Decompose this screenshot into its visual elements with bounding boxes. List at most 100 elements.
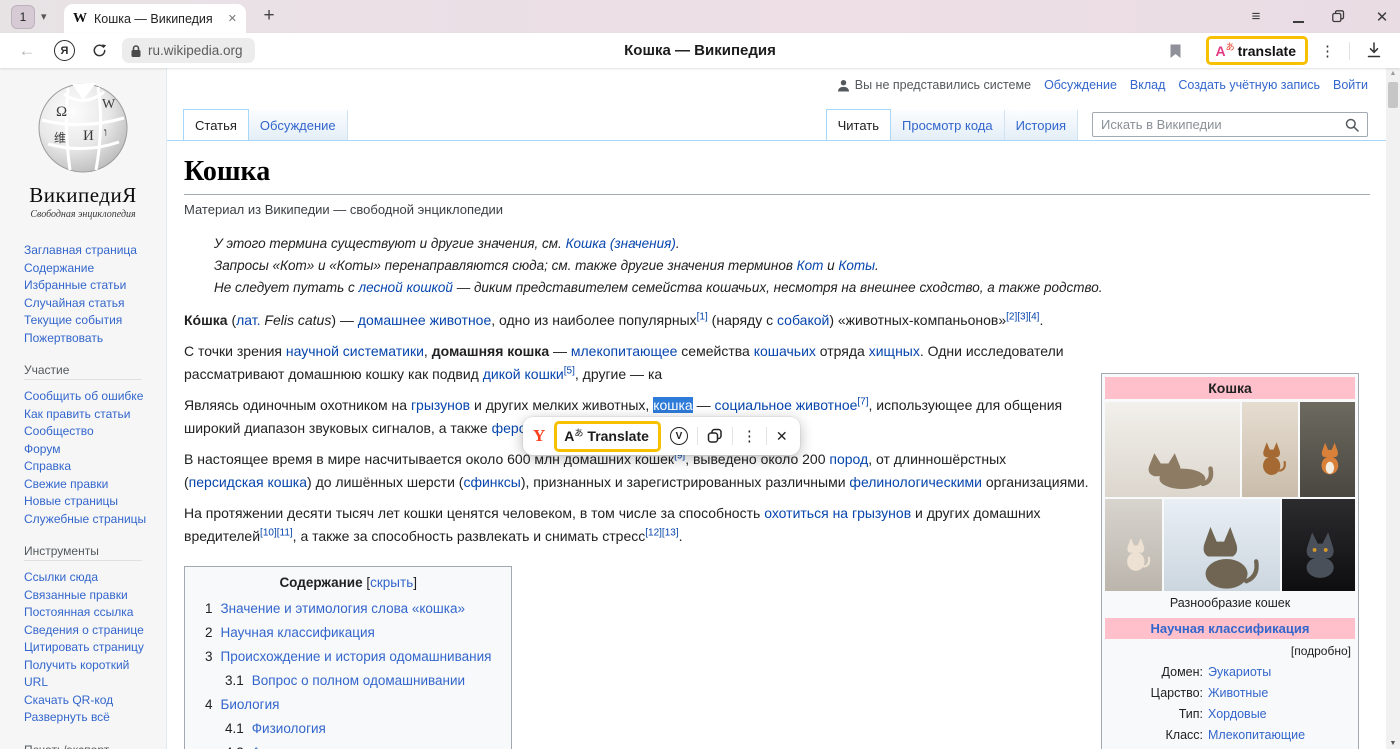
back-icon[interactable]: ← bbox=[16, 41, 38, 61]
sidebar-link[interactable]: Пожертвовать bbox=[24, 330, 150, 348]
new-tab-button[interactable]: + bbox=[256, 3, 282, 29]
infobox-details-link[interactable]: [подробно] bbox=[1105, 639, 1355, 660]
text-link[interactable]: Коты bbox=[838, 258, 875, 273]
cat-photo-tabby-snow[interactable] bbox=[1164, 499, 1280, 591]
page-tab[interactable]: Просмотр кода bbox=[891, 110, 1005, 140]
text-link[interactable]: фелинологическими bbox=[849, 474, 982, 490]
text-link[interactable]: Кошка (значения) bbox=[566, 236, 676, 251]
window-close-icon[interactable]: ✕ bbox=[1374, 8, 1390, 26]
cat-photo-tabby-lying[interactable] bbox=[1105, 402, 1240, 497]
sidebar-link[interactable]: Содержание bbox=[24, 260, 150, 278]
text-link[interactable]: Кот bbox=[797, 258, 824, 273]
toc-item[interactable]: 4Биология bbox=[205, 693, 491, 717]
sidebar-link[interactable]: Получить короткий URL bbox=[24, 657, 150, 692]
taxonomy-value-link[interactable]: Эукариоты bbox=[1208, 662, 1355, 683]
sidebar-link[interactable]: Сообщество bbox=[24, 423, 150, 441]
text-link[interactable]: [10][11] bbox=[260, 527, 293, 538]
sidebar-link[interactable]: Свежие правки bbox=[24, 476, 150, 494]
toc-link[interactable]: Значение и этимология слова «кошка» bbox=[221, 601, 465, 616]
browser-tab[interactable]: W Кошка — Википедия ✕ bbox=[64, 4, 246, 33]
taxonomy-value-link[interactable]: Хордовые bbox=[1208, 704, 1355, 725]
sidebar-link[interactable]: Развернуть всё bbox=[24, 709, 150, 727]
sidebar-link[interactable]: Текущие события bbox=[24, 312, 150, 330]
sidebar-link[interactable]: Служебные страницы bbox=[24, 511, 150, 529]
sidebar-link[interactable]: Избранные статьи bbox=[24, 277, 150, 295]
toc-item[interactable]: 4.1Физиология bbox=[225, 717, 491, 741]
popup-translate-button[interactable]: A あ Translate bbox=[554, 421, 661, 452]
refresh-icon[interactable] bbox=[91, 42, 108, 59]
taxonomy-value-link[interactable]: Млекопитающие bbox=[1208, 725, 1355, 746]
text-link[interactable]: дикой кошки bbox=[483, 366, 564, 382]
copy-icon[interactable] bbox=[707, 428, 723, 444]
wikipedia-logo[interactable]: Ω W И 维 ו ВикипедиЯ Свободная энциклопед… bbox=[0, 78, 166, 220]
text-link[interactable]: хищных bbox=[869, 343, 920, 359]
user-link[interactable]: Вклад bbox=[1130, 78, 1166, 92]
page-tab[interactable]: Обсуждение bbox=[249, 110, 348, 140]
sidebar-link[interactable]: Сообщить об ошибке bbox=[24, 388, 150, 406]
text-link[interactable]: научной систематики bbox=[286, 343, 424, 359]
tab-counter-value[interactable]: 1 bbox=[11, 5, 35, 29]
toc-hide-link[interactable]: скрыть bbox=[370, 575, 413, 590]
tab-counter[interactable]: 1 ▾ bbox=[8, 4, 50, 29]
voice-circle-icon[interactable]: V bbox=[670, 427, 688, 445]
sidebar-link[interactable]: Случайная статья bbox=[24, 295, 150, 313]
text-link[interactable]: охотиться на грызунов bbox=[764, 505, 911, 521]
sidebar-link[interactable]: Цитировать страницу bbox=[24, 639, 150, 657]
sidebar-link[interactable]: Постоянная ссылка bbox=[24, 604, 150, 622]
text-link[interactable]: млекопитающее bbox=[571, 343, 678, 359]
text-link[interactable]: [12][13] bbox=[645, 527, 678, 538]
sidebar-link[interactable]: Новые страницы bbox=[24, 493, 150, 511]
search-icon[interactable] bbox=[1345, 118, 1359, 132]
page-tab[interactable]: История bbox=[1005, 110, 1078, 140]
text-link[interactable]: [7] bbox=[857, 396, 868, 407]
more-options-icon[interactable]: ⋮ bbox=[1320, 42, 1335, 60]
user-link[interactable]: Создать учётную запись bbox=[1178, 78, 1320, 92]
toc-item[interactable]: 4.2Анатомия bbox=[225, 741, 491, 749]
cat-photo-abyssinian[interactable] bbox=[1242, 402, 1299, 497]
page-tab[interactable]: Статья bbox=[183, 109, 249, 140]
text-link[interactable]: [2][3][4] bbox=[1006, 311, 1039, 322]
text-link[interactable]: персидская кошка bbox=[189, 474, 307, 490]
yandex-logo-icon[interactable]: Y bbox=[533, 426, 545, 446]
user-link[interactable]: Войти bbox=[1333, 78, 1368, 92]
toc-link[interactable]: Биология bbox=[221, 697, 280, 712]
sidebar-link[interactable]: Ссылки сюда bbox=[24, 569, 150, 587]
tab-close-icon[interactable]: ✕ bbox=[228, 12, 237, 25]
browser-menu-icon[interactable]: ≡ bbox=[1248, 8, 1264, 25]
user-link[interactable]: Обсуждение bbox=[1044, 78, 1117, 92]
translate-toolbar-button[interactable]: A あ translate bbox=[1206, 36, 1309, 65]
toc-item[interactable]: 1Значение и этимология слова «кошка» bbox=[205, 597, 491, 621]
text-link[interactable]: грызунов bbox=[411, 397, 470, 413]
toc-link[interactable]: Физиология bbox=[252, 721, 326, 736]
scroll-down-icon[interactable]: ▼ bbox=[1386, 740, 1400, 747]
sidebar-link[interactable]: Справка bbox=[24, 458, 150, 476]
toc-link[interactable]: Анатомия bbox=[252, 745, 313, 749]
taxonomy-value-link[interactable]: Животные bbox=[1208, 683, 1355, 704]
text-link[interactable]: лат. bbox=[236, 312, 260, 328]
window-restore-icon[interactable] bbox=[1332, 10, 1348, 23]
scrollbar-thumb[interactable] bbox=[1388, 82, 1398, 108]
text-link[interactable]: [5] bbox=[564, 365, 575, 376]
url-field[interactable]: ru.wikipedia.org bbox=[122, 38, 255, 63]
sidebar-link[interactable]: Сведения о странице bbox=[24, 622, 150, 640]
text-link[interactable]: лесной кошкой bbox=[359, 280, 453, 295]
window-minimize-icon[interactable] bbox=[1290, 7, 1306, 23]
wiki-search-box[interactable] bbox=[1092, 112, 1368, 137]
cat-photo-gray-dark[interactable] bbox=[1282, 499, 1355, 591]
text-link[interactable]: [1] bbox=[697, 311, 708, 322]
toc-link[interactable]: Вопрос о полном одомашнивании bbox=[252, 673, 465, 688]
text-link[interactable]: собакой bbox=[777, 312, 829, 328]
download-icon[interactable] bbox=[1366, 42, 1382, 59]
wiki-search-input[interactable] bbox=[1101, 117, 1345, 132]
toc-item[interactable]: 3.1Вопрос о полном одомашнивании bbox=[225, 669, 491, 693]
yandex-menu-icon[interactable]: Я bbox=[54, 40, 75, 61]
chevron-down-icon[interactable]: ▾ bbox=[41, 10, 47, 23]
text-link[interactable]: социальное животное bbox=[715, 397, 858, 413]
sidebar-link[interactable]: Заглавная страница bbox=[24, 242, 150, 260]
text-link[interactable]: сфинксы bbox=[463, 474, 520, 490]
sidebar-link[interactable]: Форум bbox=[24, 441, 150, 459]
sidebar-link[interactable]: Как править статьи bbox=[24, 406, 150, 424]
text-link[interactable]: домашнее животное bbox=[358, 312, 491, 328]
cat-photo-siamese[interactable] bbox=[1105, 499, 1162, 591]
sidebar-link[interactable]: Скачать QR-код bbox=[24, 692, 150, 710]
